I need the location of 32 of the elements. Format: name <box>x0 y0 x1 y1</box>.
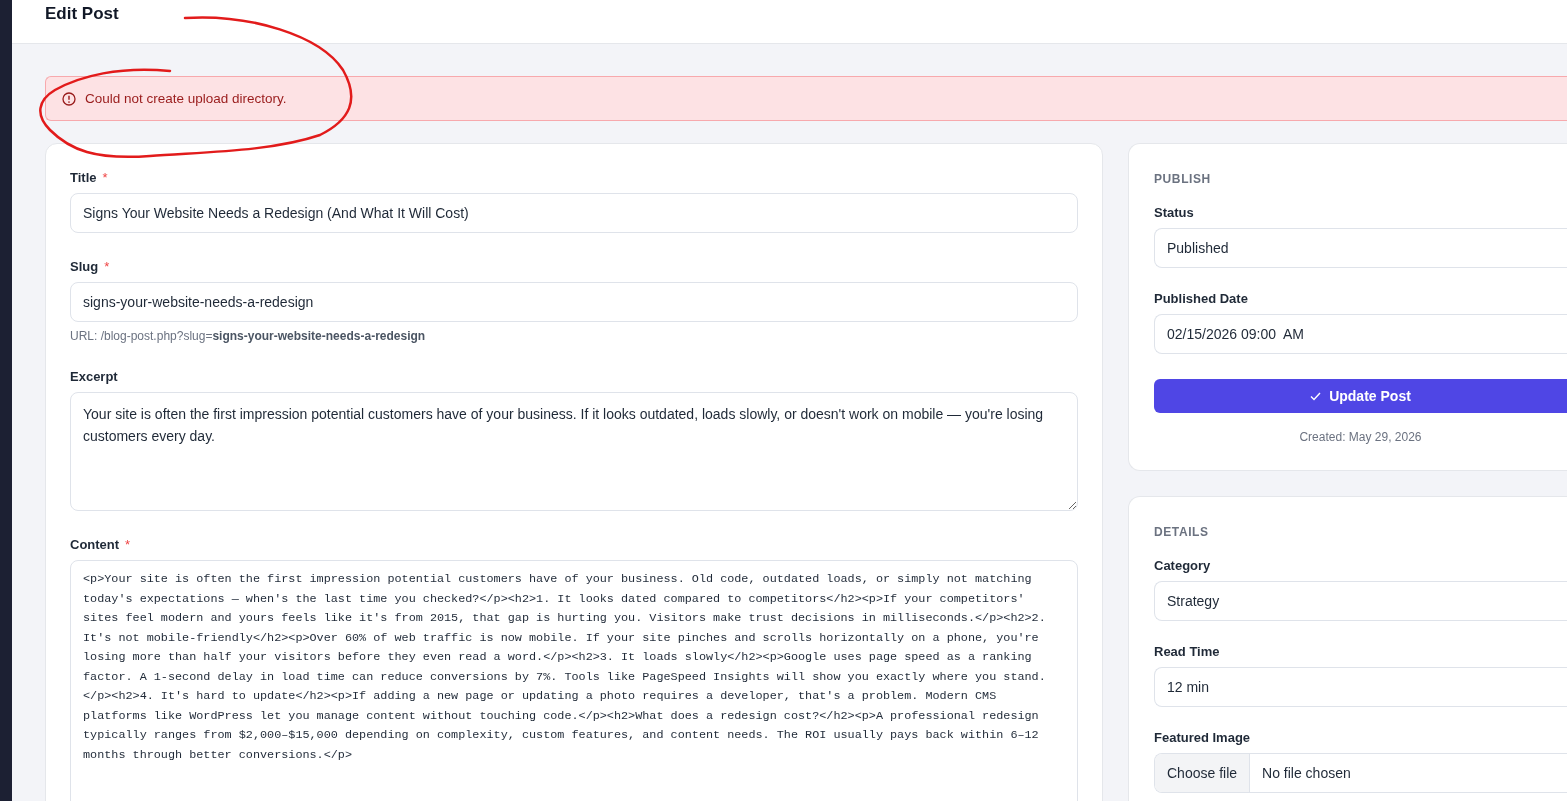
alert-message: Could not create upload directory. <box>85 91 287 106</box>
text-input[interactable]: Strategy <box>1154 581 1567 621</box>
file-status: No file chosen <box>1261 765 1351 781</box>
field-label: Excerpt <box>70 369 118 384</box>
alert-icon <box>62 91 76 106</box>
text-input[interactable]: Signs Your Website Needs a Redesign (And What It Will Cost) <box>70 193 1078 233</box>
url-hint: URL: /blog-post.php?slug=signs-your-website-needs-a-redesign <box>70 329 427 343</box>
update-post-button[interactable]: Update Post <box>1154 379 1567 413</box>
check-icon <box>1310 391 1322 401</box>
field-label: Featured Image <box>1154 730 1251 745</box>
section-heading: DETAILS <box>1154 525 1210 539</box>
field-label: Status <box>1154 205 1194 220</box>
required-mark: * <box>104 259 110 274</box>
text-input[interactable]: 12 min <box>1154 667 1567 707</box>
required-mark: * <box>102 170 108 185</box>
text-input[interactable]: 02/15/2026 09:00 AM <box>1154 314 1567 354</box>
text-input[interactable]: Published <box>1154 228 1567 268</box>
text-input[interactable]: signs-your-website-needs-a-redesign <box>70 282 1078 322</box>
excerpt-textarea[interactable]: Your site is often the first impression potential customers have of your business. If it looks outdated, loads slowly, or doesn't work on mobile — you're losing customers every day. <box>70 392 1078 511</box>
content-textarea[interactable]: <p>Your site is often the first impression potential customers have of your business. Old code, outdated loads, or simply not matching today's expectations — when's the last time you checked?</p><h2>1. It looks dated compared to competitors</h2><p>If your competitors' sites feel modern and yours feels like it's from 2015, that gap is hurting you. Visitors make trust decisions in milliseconds.</p><h2>2. It's not mobile-friendly</h2><p>Over 60% of web traffic is now mobile. If your site pinches and scrolls horizontally on a phone, you're losing more than half your visitors before they even read a word.</p><h2>3. It loads slowly</h2><p>Google uses page speed as a ranking factor. A 1-second delay in load time can reduce conversions by 7%. Tools like PageSpeed Insights will show you exactly where you stand.</p><h2>4. It's hard to update</h2><p>If adding a new page or updating a photo requires a developer, that's a problem. Modern CMS platforms like WordPress let you manage content without touching code.</p><h2>What does a redesign cost?</h2><p>A professional redesign typically ranges from $2,000–$15,000 depending on complexity, custom features, and content needs. The ROI usually pays back within 6–12 months through better conversions.</p> <box>70 560 1078 801</box>
field-label: Title <box>70 170 97 185</box>
field-label: Content <box>70 537 120 552</box>
page-title: Edit Post <box>45 4 119 24</box>
required-mark: * <box>125 537 131 552</box>
section-heading: PUBLISH <box>1154 172 1212 186</box>
field-label: Read Time <box>1154 644 1220 659</box>
file-input[interactable]: Choose file No file chosen <box>1154 753 1567 793</box>
field-label: Published Date <box>1154 291 1248 306</box>
choose-file-button[interactable]: Choose file <box>1155 754 1251 792</box>
field-label: Category <box>1154 558 1211 573</box>
created-date: Created: May 29, 2026 <box>1298 430 1423 444</box>
field-label: Slug <box>70 259 99 274</box>
